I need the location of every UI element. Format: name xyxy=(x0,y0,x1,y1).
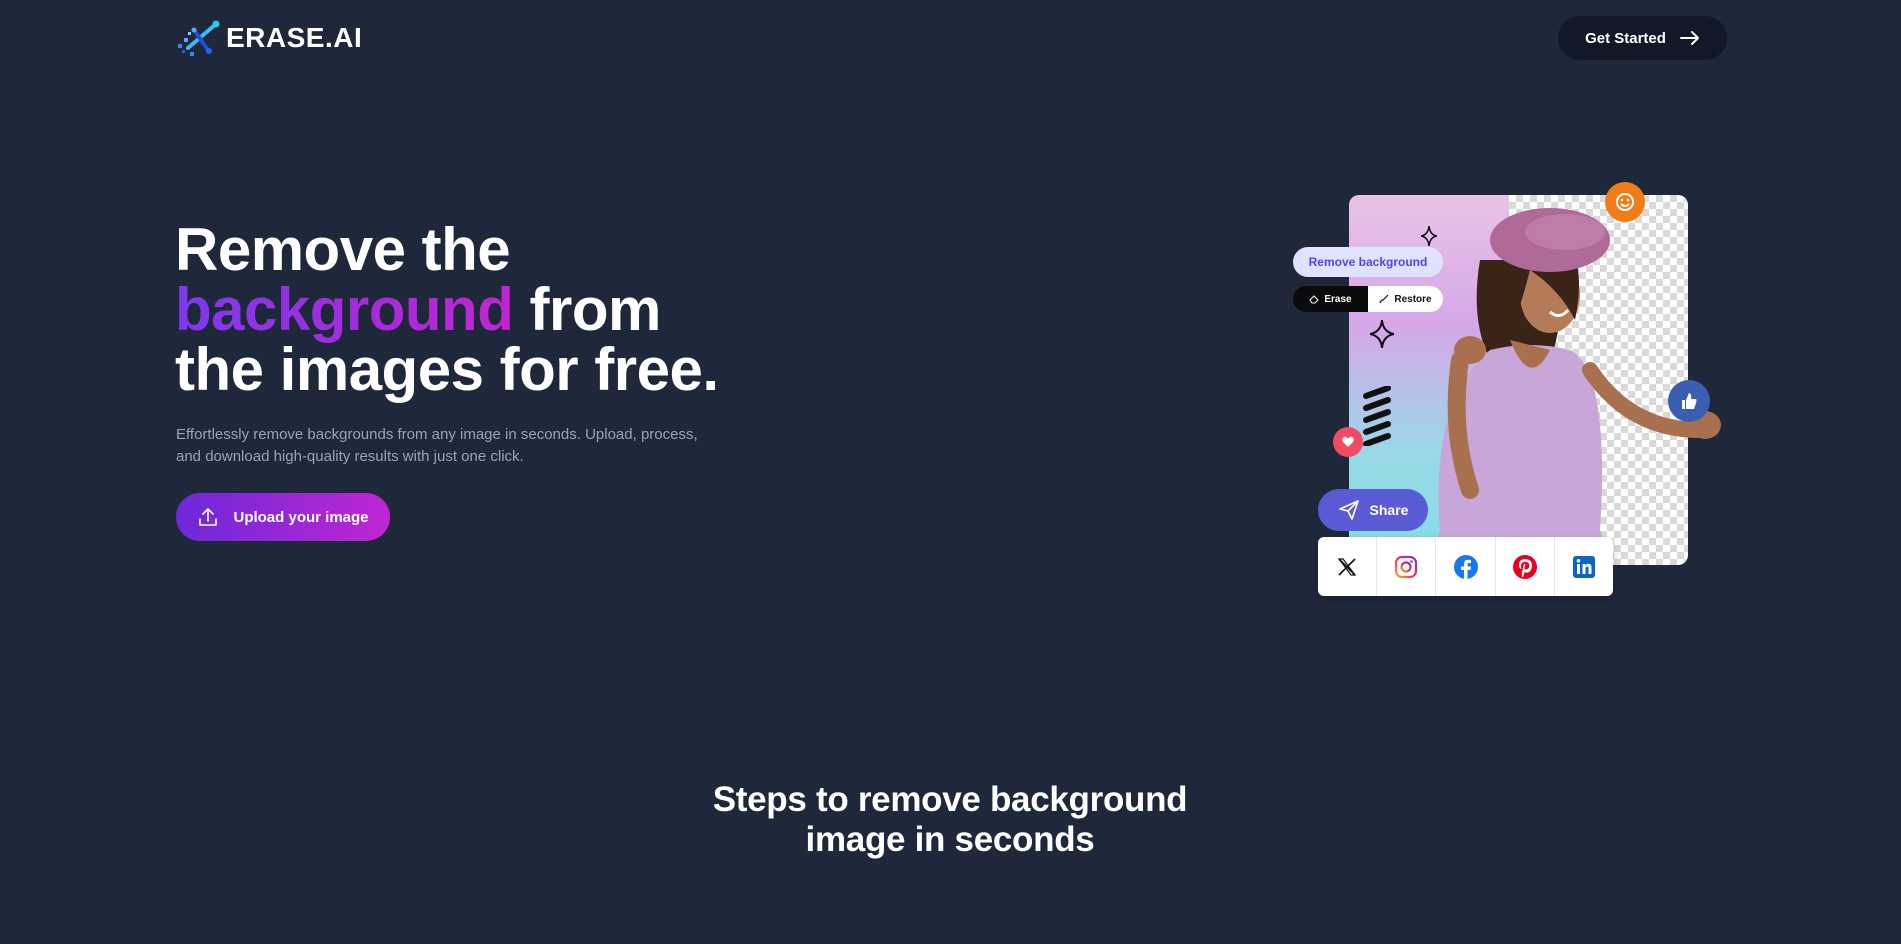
instagram-icon xyxy=(1395,555,1418,578)
sparkle-icon xyxy=(1421,226,1437,246)
eraser-icon xyxy=(1309,295,1320,304)
send-icon xyxy=(1338,500,1359,520)
upload-label: Upload your image xyxy=(233,508,369,526)
hero-title: Remove the background from the images fo… xyxy=(175,220,795,400)
remove-background-pill: Remove background xyxy=(1293,247,1443,277)
hero-title-highlight: background xyxy=(175,276,514,343)
instagram-share xyxy=(1377,537,1437,596)
restore-label: Restore xyxy=(1394,293,1432,305)
erase-restore-toggle: Erase Restore xyxy=(1293,286,1443,312)
get-started-button[interactable]: Get Started xyxy=(1558,16,1727,60)
get-started-label: Get Started xyxy=(1585,29,1666,47)
upload-image-button[interactable]: Upload your image xyxy=(176,493,390,541)
hero-subtitle: Effortlessly remove backgrounds from any… xyxy=(176,424,716,468)
sparkle-icon xyxy=(1370,320,1394,348)
restore-option: Restore xyxy=(1368,286,1443,312)
share-button: Share xyxy=(1318,489,1428,531)
share-label: Share xyxy=(1369,502,1409,518)
x-icon xyxy=(1337,557,1357,576)
arrow-right-icon xyxy=(1679,31,1699,45)
pinterest-share xyxy=(1496,537,1555,596)
logo-mark-icon xyxy=(178,20,220,56)
steps-title-line2: image in seconds xyxy=(805,820,1095,859)
brush-icon xyxy=(1379,294,1389,304)
thumbs-up-icon xyxy=(1668,380,1710,422)
linkedin-icon xyxy=(1572,555,1595,578)
erase-label: Erase xyxy=(1324,293,1352,305)
hero-title-line2-rest: from xyxy=(513,276,662,343)
smile-emoji-icon xyxy=(1605,182,1645,222)
pinterest-icon xyxy=(1512,554,1537,579)
facebook-icon xyxy=(1453,554,1478,579)
hero-subtitle-line1: Effortlessly remove backgrounds from any… xyxy=(176,426,698,443)
brand-name: ERASE.AI xyxy=(226,22,363,53)
hero-subtitle-line2: and download high-quality results with j… xyxy=(176,448,524,465)
steps-title-line1: Steps to remove background xyxy=(712,780,1188,819)
upload-icon xyxy=(199,508,218,526)
hero-title-line3: the images for free. xyxy=(175,336,719,403)
social-share-bar xyxy=(1318,537,1613,596)
linkedin-share xyxy=(1555,537,1613,596)
erase-option: Erase xyxy=(1293,286,1368,312)
facebook-share xyxy=(1436,537,1496,596)
scribble-icon xyxy=(1363,386,1391,446)
remove-background-label: Remove background xyxy=(1308,255,1428,269)
brand-logo[interactable]: ERASE.AI xyxy=(176,18,362,58)
hero-title-line1: Remove the xyxy=(175,216,511,283)
heart-icon xyxy=(1333,427,1363,457)
steps-section-title: Steps to remove background image in seco… xyxy=(650,780,1250,860)
x-share xyxy=(1318,537,1378,596)
